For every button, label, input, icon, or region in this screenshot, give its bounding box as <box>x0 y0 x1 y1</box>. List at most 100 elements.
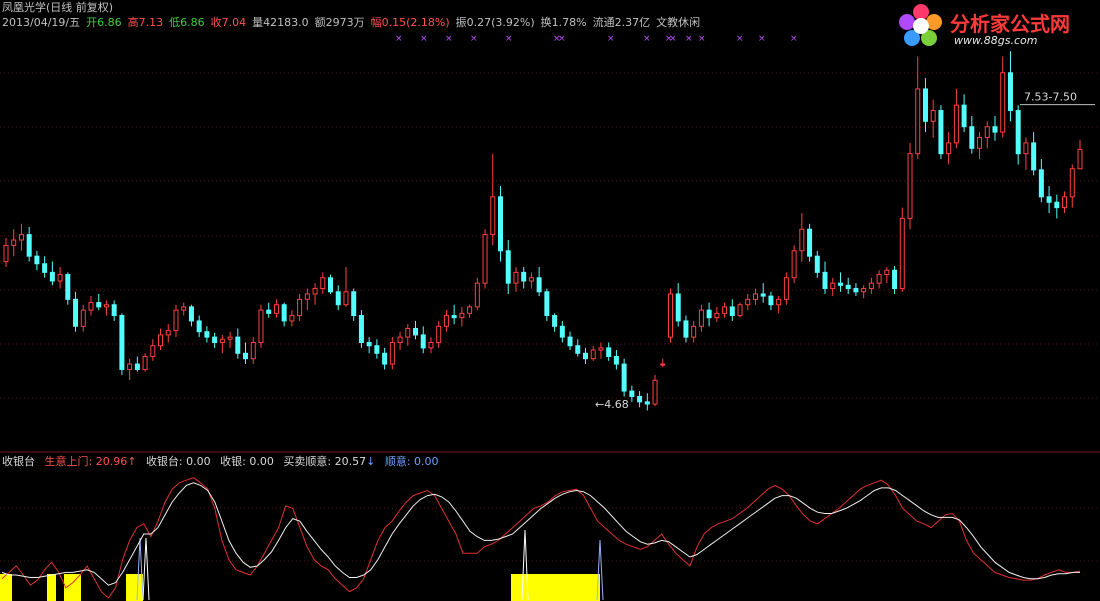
candle-body <box>1007 72 1013 112</box>
candle-body <box>791 250 797 279</box>
candle-body <box>181 306 187 311</box>
candle-body <box>498 196 504 252</box>
signal-marker: × <box>395 34 403 44</box>
signal-marker: × <box>698 34 706 44</box>
candle-body <box>374 345 380 354</box>
candle-body <box>853 288 859 293</box>
candle-body <box>1046 196 1052 203</box>
candle-body <box>706 309 712 319</box>
candle-body <box>482 234 488 284</box>
candle-body <box>335 291 341 306</box>
candle-body <box>134 363 140 370</box>
candle-body <box>1000 72 1006 133</box>
candle-body <box>984 126 990 138</box>
low-value: 6.86 <box>180 16 205 29</box>
candle-body <box>567 336 573 347</box>
candle-body <box>127 363 133 370</box>
candle-body <box>103 304 109 308</box>
candle-body <box>629 390 635 397</box>
candle-body <box>73 298 79 327</box>
stock-name: 凤凰光学(日线 前复权) <box>2 1 114 14</box>
candle-body <box>667 293 673 338</box>
amount-value: 2973万 <box>325 16 365 29</box>
signal-marker: × <box>558 34 566 44</box>
signal-marker: × <box>669 34 677 44</box>
candle-body <box>768 295 774 306</box>
candle-body <box>714 312 720 319</box>
candle-body <box>1038 169 1044 198</box>
candle-body <box>204 331 210 338</box>
logo-url: www.88gs.com <box>954 34 1038 47</box>
s2-value: 0.00 <box>186 455 211 468</box>
candle-body <box>227 336 233 340</box>
indicator-name: 收银台 <box>2 455 35 468</box>
candle-body <box>111 304 117 317</box>
candle-body <box>799 228 805 252</box>
cashier-histogram <box>0 529 604 601</box>
candle-body <box>80 309 86 327</box>
logo-title: 分析家公式网 <box>950 12 1070 36</box>
candle-body <box>837 282 843 286</box>
candle-body <box>814 255 820 273</box>
candle-body <box>250 342 256 360</box>
candle-body <box>590 349 596 360</box>
candle-body <box>922 88 928 122</box>
low-label: 低 <box>169 16 181 29</box>
candle-body <box>312 288 318 295</box>
candle-body <box>830 282 836 290</box>
indicator-line-white <box>1 482 1080 586</box>
candle-body <box>1031 142 1037 171</box>
signal-marker: × <box>607 34 615 44</box>
candlestick-series <box>3 51 1083 411</box>
candle-body <box>358 315 364 343</box>
candle-body <box>366 342 372 347</box>
candle-body <box>861 288 867 293</box>
candle-body <box>521 271 527 282</box>
volume-value: 42183.0 <box>263 16 309 29</box>
candle-body <box>528 277 534 282</box>
s3-value: 0.00 <box>249 455 274 468</box>
candle-body <box>1069 168 1075 198</box>
candle-body <box>188 306 194 322</box>
s3-label: 收银: <box>220 455 246 468</box>
amount-label: 额 <box>314 16 326 29</box>
candle-body <box>1062 196 1068 209</box>
s1-label: 生意上门: <box>44 455 93 468</box>
candle-body <box>88 302 94 311</box>
candle-body <box>474 282 480 308</box>
candle-body <box>18 234 24 241</box>
annotation-high: 7.53-7.50 <box>1024 91 1077 104</box>
signal-marker: × <box>643 34 651 44</box>
candle-body <box>582 352 588 360</box>
candle-body <box>304 293 310 300</box>
candle-body <box>729 306 735 317</box>
open-value: 6.86 <box>97 16 122 29</box>
candle-body <box>513 271 519 284</box>
candle-body <box>992 126 998 133</box>
candle-body <box>752 293 758 300</box>
candle-body <box>397 336 403 343</box>
candle-body <box>899 217 905 290</box>
candle-body <box>946 142 952 155</box>
site-logo: 分析家公式网 www.88gs.com <box>896 2 1094 50</box>
candle-body <box>57 274 63 282</box>
candle-body <box>745 298 751 306</box>
signal-spike <box>142 537 150 601</box>
candle-body <box>969 126 975 149</box>
candle-body <box>467 306 473 314</box>
candle-body <box>173 309 179 332</box>
up-arrow-icon: ↑ <box>127 455 137 468</box>
s2-label: 收银台: <box>145 455 183 468</box>
candle-body <box>235 336 241 354</box>
change-value: 0.15(2.18%) <box>381 16 450 29</box>
s4-value: 20.57 <box>334 455 367 468</box>
candle-body <box>165 330 171 336</box>
high-label: 高 <box>127 16 139 29</box>
close-value: 7.04 <box>221 16 247 29</box>
candle-body <box>142 356 148 370</box>
candle-body <box>876 274 882 284</box>
candle-body <box>613 356 619 365</box>
candle-body <box>652 379 658 405</box>
signal-marker: × <box>758 34 766 44</box>
candle-body <box>297 298 303 317</box>
